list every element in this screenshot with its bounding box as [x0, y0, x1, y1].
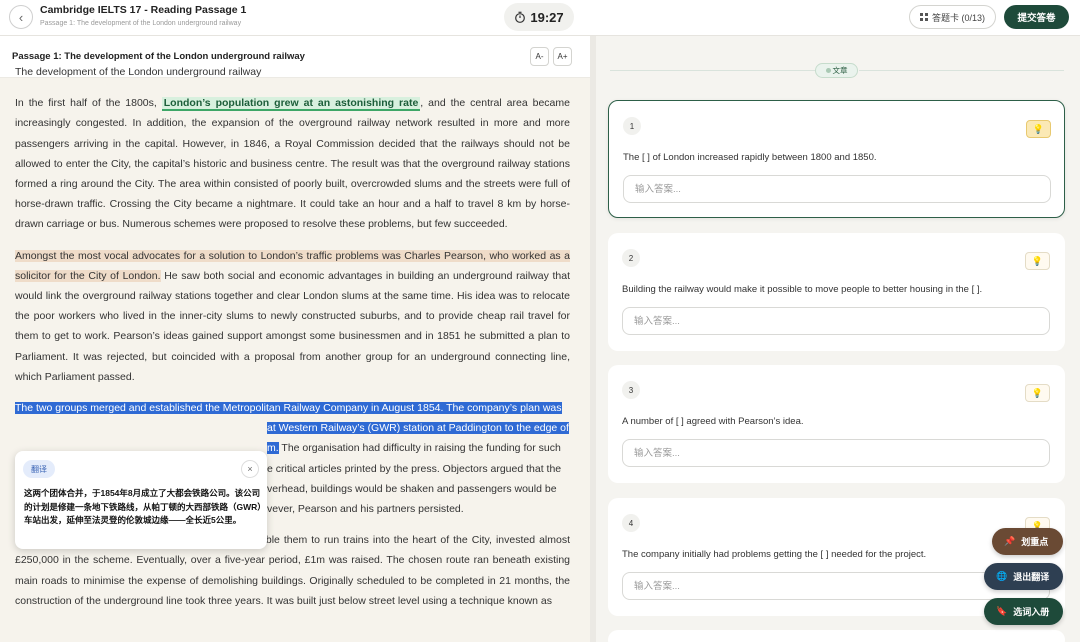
- question-text: The [ ] of London increased rapidly betw…: [623, 152, 877, 163]
- lightbulb-icon[interactable]: 💡: [1026, 120, 1051, 138]
- section-tag: 文章: [815, 63, 858, 78]
- lightbulb-icon[interactable]: 💡: [1025, 252, 1050, 270]
- paragraph-1-text-b: , and the central area became increasing…: [15, 97, 570, 231]
- dot-icon: [825, 68, 831, 73]
- question-card[interactable]: 3 💡 A number of [ ] agreed with Pearson’…: [608, 365, 1065, 483]
- question-card[interactable]: 1 💡 The [ ] of London increased rapidly …: [608, 100, 1065, 218]
- question-text: A number of [ ] agreed with Pearson’s id…: [622, 416, 804, 427]
- vocab-button[interactable]: 🔖 选词入册: [984, 598, 1063, 625]
- back-button[interactable]: ‹: [9, 5, 33, 29]
- question-card[interactable]: 2 💡 Building the railway would make it p…: [608, 233, 1065, 351]
- question-number: 2: [622, 249, 640, 267]
- paragraph-3-text-c: verhead, buildings would be shaken and p…: [267, 482, 557, 495]
- mark-button[interactable]: 📌 划重点: [992, 528, 1063, 555]
- paragraph-3-text-b: e critical articles printed by the press…: [267, 462, 562, 475]
- chevron-left-icon: ‹: [18, 9, 24, 25]
- question-text: Building the railway would make it possi…: [622, 284, 983, 295]
- globe-icon: 🌐: [996, 571, 1008, 581]
- selected-text-3[interactable]: m.: [267, 442, 279, 455]
- question-number: 1: [623, 117, 641, 135]
- answer-card-label: 答题卡 (0/13): [931, 12, 985, 23]
- paragraph-1[interactable]: In the first half of the 1800s, London’s…: [15, 93, 570, 234]
- paragraph-2-text: He saw both social and economic advantag…: [15, 269, 570, 383]
- section-label: 文章: [832, 66, 848, 75]
- exit-translate-button[interactable]: 🌐 退出翻译: [984, 563, 1063, 590]
- answer-input[interactable]: [622, 307, 1050, 335]
- question-card[interactable]: [608, 630, 1065, 642]
- translation-tag: 翻译: [23, 460, 55, 478]
- question-text: The company initially had problems getti…: [622, 549, 927, 560]
- grid-icon: [919, 13, 928, 21]
- answer-input[interactable]: [622, 439, 1050, 467]
- timer-value: 19:27: [530, 9, 564, 25]
- question-number: 3: [622, 381, 640, 399]
- lightbulb-icon[interactable]: 💡: [1025, 384, 1050, 402]
- close-icon[interactable]: ×: [241, 460, 259, 478]
- stopwatch-icon: [515, 11, 526, 23]
- answer-card-button[interactable]: 答题卡 (0/13): [909, 5, 996, 29]
- submit-button[interactable]: 提交答卷: [1004, 5, 1069, 29]
- paragraph-1-text-a: In the first half of the 1800s,: [15, 97, 162, 110]
- bookmark-icon: 🔖: [996, 606, 1008, 616]
- paragraph-2[interactable]: Amongst the most vocal advocates for a s…: [15, 246, 570, 387]
- app-subtitle: Passage 1: The development of the London…: [40, 20, 242, 27]
- top-bar: ‹ Cambridge IELTS 17 - Reading Passage 1…: [0, 0, 1080, 36]
- mark-label: 划重点: [1021, 537, 1049, 547]
- divider: [610, 70, 815, 71]
- paragraph-3-text-d: vever, Pearson and his partners persiste…: [267, 503, 464, 516]
- passage-title: The development of the London undergroun…: [15, 66, 262, 78]
- passage-heading: Passage 1: The development of the London…: [12, 51, 305, 62]
- countdown-timer: 19:27: [504, 3, 574, 31]
- app-title: Cambridge IELTS 17 - Reading Passage 1: [40, 4, 247, 16]
- question-number: 4: [622, 514, 640, 532]
- selected-text-2[interactable]: at Western Railway’s (GWR) station at Pa…: [267, 422, 569, 435]
- selected-text[interactable]: The two groups merged and established th…: [15, 402, 562, 415]
- translation-text: 这两个团体合并，于1854年8月成立了大都会铁路公司。该公司的计划是修建一条地下…: [24, 488, 262, 525]
- exit-translate-label: 退出翻译: [1013, 572, 1050, 582]
- green-highlight[interactable]: London’s population grew at an astonishi…: [161, 97, 421, 112]
- answer-input[interactable]: [623, 175, 1051, 203]
- vocab-label: 选词入册: [1013, 607, 1050, 617]
- pin-icon: 📌: [1004, 536, 1016, 546]
- divider: [859, 70, 1064, 71]
- translation-popup: 翻译 × 这两个团体合并，于1854年8月成立了大都会铁路公司。该公司的计划是修…: [15, 451, 267, 549]
- paragraph-3-text-a: The organisation had difficulty in raisi…: [278, 442, 561, 455]
